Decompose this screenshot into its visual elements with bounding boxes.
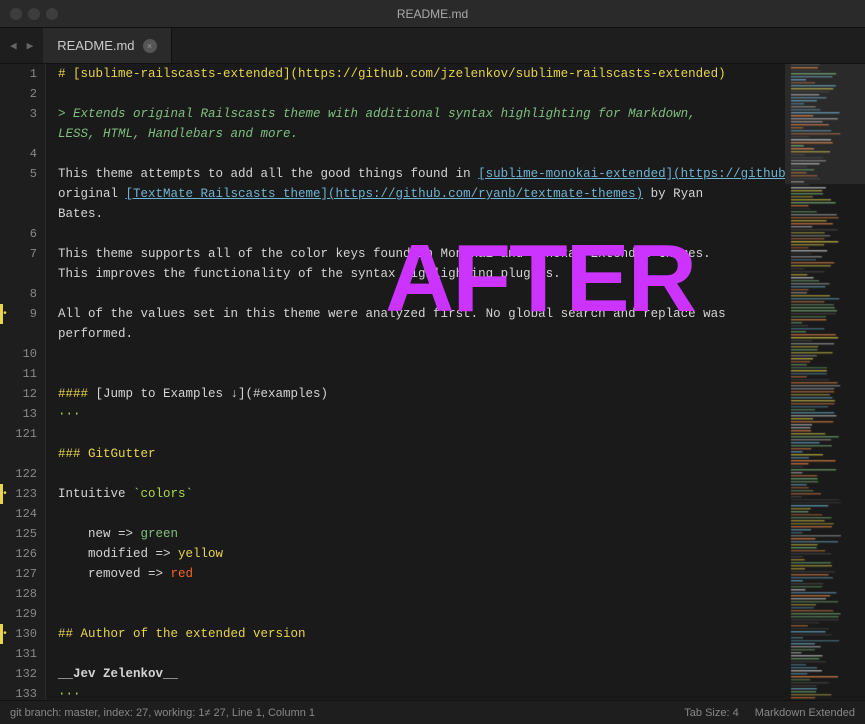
line-number: 1 (0, 64, 45, 84)
line-number: 11 (0, 364, 45, 384)
code-line (58, 284, 785, 304)
code-line (58, 604, 785, 624)
code-line: ··· (58, 404, 785, 424)
code-line (58, 644, 785, 664)
code-line: new => green (58, 524, 785, 544)
close-button[interactable] (10, 8, 22, 20)
line-number: 12 (0, 384, 45, 404)
line-number: 125 (0, 524, 45, 544)
minimap-canvas (785, 64, 865, 700)
code-line: LESS, HTML, Handlebars and more. (58, 124, 785, 144)
tab-prev-arrow[interactable]: ◀ (6, 37, 21, 55)
code-line: __Jev Zelenkov__ (58, 664, 785, 684)
line-number: 5 (0, 164, 45, 184)
minimap[interactable] (785, 64, 865, 700)
minimize-button[interactable] (28, 8, 40, 20)
code-line (58, 504, 785, 524)
line-number: 7 (0, 244, 45, 264)
line-number: •130 (0, 624, 45, 644)
line-number: 2 (0, 84, 45, 104)
code-line (58, 84, 785, 104)
status-tab-size[interactable]: Tab Size: 4 (684, 707, 738, 719)
editor-container: 12345678•910111213121122•123124125126127… (0, 64, 865, 700)
line-number: 121 (0, 424, 45, 444)
code-line: This theme supports all of the color key… (58, 244, 785, 264)
code-line: modified => yellow (58, 544, 785, 564)
line-number (0, 264, 45, 284)
line-number: 10 (0, 344, 45, 364)
line-number (0, 324, 45, 344)
status-git-info: git branch: master, index: 27, working: … (10, 707, 315, 719)
maximize-button[interactable] (46, 8, 58, 20)
line-number: •123 (0, 484, 45, 504)
tab-close-button[interactable]: × (143, 39, 157, 53)
line-number (0, 444, 45, 464)
line-number: •9 (0, 304, 45, 324)
code-line (58, 344, 785, 364)
line-gutter: 12345678•910111213121122•123124125126127… (0, 64, 46, 700)
code-line (58, 144, 785, 164)
status-syntax[interactable]: Markdown Extended (755, 707, 855, 719)
code-line (58, 464, 785, 484)
tab-label: README.md (57, 38, 134, 53)
code-line: ## Author of the extended version (58, 624, 785, 644)
code-line: All of the values set in this theme were… (58, 304, 785, 324)
line-number: 13 (0, 404, 45, 424)
tab-next-arrow[interactable]: ▶ (23, 37, 38, 55)
tab-navigation: ◀ ▶ (0, 28, 43, 63)
tabbar: ◀ ▶ README.md × (0, 28, 865, 64)
line-number: 8 (0, 284, 45, 304)
status-right-group: Tab Size: 4 Markdown Extended (684, 707, 855, 719)
tab-readme[interactable]: README.md × (43, 28, 171, 63)
line-number: 4 (0, 144, 45, 164)
code-line: > Extends original Railscasts theme with… (58, 104, 785, 124)
code-line: original [TextMate Railscasts theme](htt… (58, 184, 785, 204)
line-number: 128 (0, 584, 45, 604)
line-number: 6 (0, 224, 45, 244)
code-line: This improves the functionality of the s… (58, 264, 785, 284)
code-line: performed. (58, 324, 785, 344)
line-number: 124 (0, 504, 45, 524)
code-line (58, 364, 785, 384)
code-line: This theme attempts to add all the good … (58, 164, 785, 184)
code-line (58, 424, 785, 444)
line-number: 129 (0, 604, 45, 624)
code-line: Bates. (58, 204, 785, 224)
statusbar: git branch: master, index: 27, working: … (0, 700, 865, 724)
line-number: 126 (0, 544, 45, 564)
code-line: removed => red (58, 564, 785, 584)
code-line: # [sublime-railscasts-extended](https://… (58, 64, 785, 84)
line-number: 127 (0, 564, 45, 584)
line-number: 3 (0, 104, 45, 124)
code-line: ··· (58, 684, 785, 700)
line-number (0, 184, 45, 204)
code-area[interactable]: AFTER # [sublime-railscasts-extended](ht… (46, 64, 785, 700)
titlebar: README.md (0, 0, 865, 28)
line-number: 132 (0, 664, 45, 684)
line-number: 122 (0, 464, 45, 484)
line-number (0, 124, 45, 144)
code-line: ### GitGutter (58, 444, 785, 464)
code-line (58, 224, 785, 244)
line-number: 131 (0, 644, 45, 664)
window-title: README.md (397, 7, 468, 21)
code-line (58, 584, 785, 604)
line-number: 133 (0, 684, 45, 700)
window-controls (10, 8, 58, 20)
code-line: Intuitive `colors` (58, 484, 785, 504)
line-number (0, 204, 45, 224)
code-line: #### [Jump to Examples ↓](#examples) (58, 384, 785, 404)
